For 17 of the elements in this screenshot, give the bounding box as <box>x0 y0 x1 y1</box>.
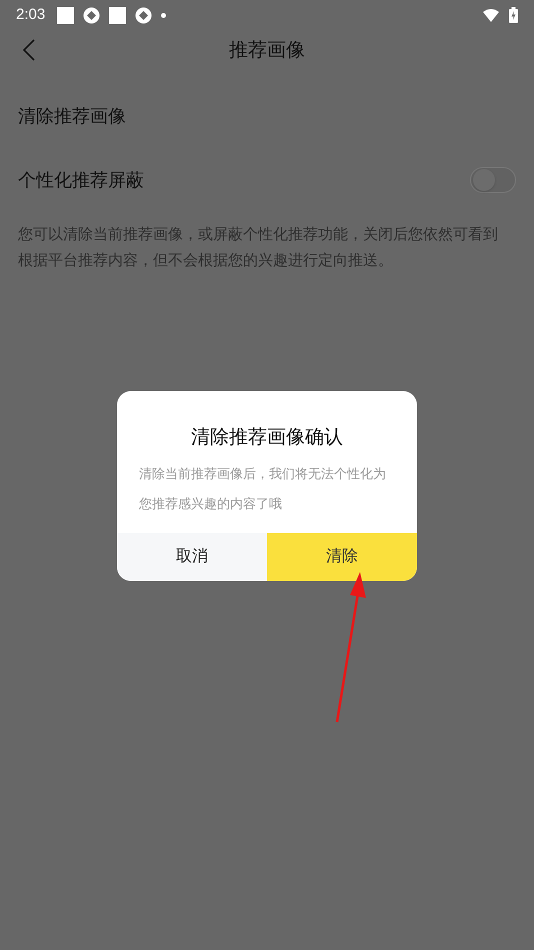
dialog-title: 清除推荐画像确认 <box>190 426 344 450</box>
confirm-button[interactable]: 清除 <box>267 532 417 580</box>
notification-square-icon <box>57 6 74 24</box>
toggle-switch[interactable] <box>470 167 516 193</box>
battery-icon <box>509 7 518 23</box>
notification-square-icon <box>109 6 126 24</box>
aperture-icon <box>83 6 100 24</box>
status-time: 2:03 <box>16 4 46 25</box>
back-icon <box>22 38 36 62</box>
wifi-icon <box>483 8 499 22</box>
description-text: 您可以清除当前推荐画像，或屏蔽个性化推荐功能，关闭后您依然可看到根据平台推荐内容，但不会根据您的兴趣进行定向推送。 <box>17 225 499 271</box>
dialog-message: 清除当前推荐画像后，我们将无法个性化为您推荐感兴趣的内容了哦 <box>138 464 387 512</box>
page-title: 推荐画像 <box>229 38 305 63</box>
back-button[interactable] <box>22 38 36 62</box>
setting-label: 个性化推荐屏蔽 <box>18 168 144 192</box>
aperture-icon <box>135 6 152 24</box>
cancel-button[interactable]: 取消 <box>117 532 267 580</box>
